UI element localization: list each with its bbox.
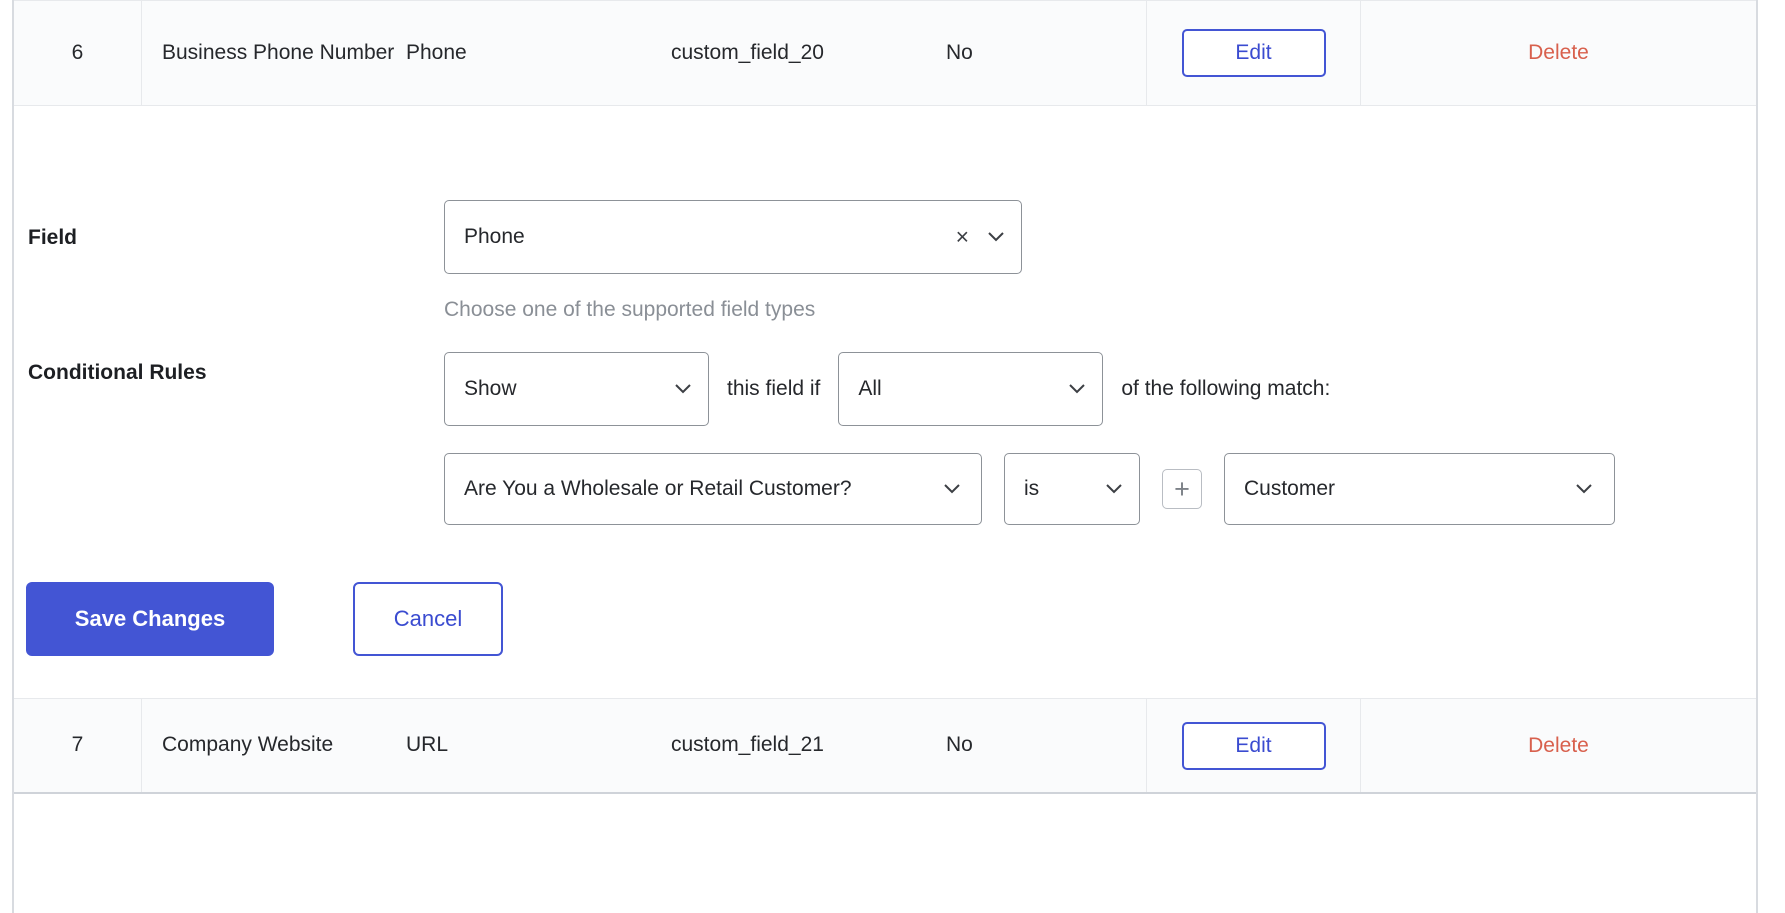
chevron-down-icon bbox=[986, 227, 1006, 247]
row-index: 7 bbox=[14, 699, 142, 792]
row-field-key: custom_field_20 bbox=[671, 40, 824, 64]
edit-button[interactable]: Edit bbox=[1181, 721, 1326, 770]
fields-table-panel: 6 Business Phone Number Phone custom_fie… bbox=[12, 0, 1758, 913]
chevron-down-icon bbox=[942, 479, 962, 499]
row-field-label: Company Website bbox=[162, 733, 334, 757]
row-field-type: Phone bbox=[406, 40, 467, 64]
chevron-down-icon bbox=[1104, 479, 1124, 499]
edit-button[interactable]: Edit bbox=[1181, 29, 1326, 77]
conditional-rules-label-wrap: Conditional Rules bbox=[28, 361, 207, 385]
form-fields-screen: 6 Business Phone Number Phone custom_fie… bbox=[0, 0, 1785, 913]
chevron-down-icon bbox=[1067, 379, 1087, 399]
conditional-rules-header-row: Show this field if All of the following … bbox=[444, 352, 1330, 426]
row-edit-cell: Edit bbox=[1146, 699, 1361, 792]
condition-value-text: Customer bbox=[1244, 477, 1336, 500]
rule-text-between: this field if bbox=[727, 377, 821, 400]
rule-action-value: Show bbox=[464, 377, 517, 400]
conditional-rules-label: Conditional Rules bbox=[28, 361, 207, 384]
row-required: No bbox=[946, 40, 973, 64]
add-condition-button[interactable]: + bbox=[1162, 469, 1202, 509]
chevron-down-icon bbox=[673, 379, 693, 399]
row-delete-cell: Delete bbox=[1361, 1, 1756, 105]
editor-actions: Save Changes Cancel bbox=[26, 582, 503, 656]
condition-operator-value: is bbox=[1024, 477, 1040, 500]
field-type-select[interactable]: Phone × bbox=[444, 200, 1022, 274]
rule-match-mode-value: All bbox=[858, 377, 882, 400]
save-changes-button[interactable]: Save Changes bbox=[26, 582, 274, 656]
row-field-label: Business Phone Number bbox=[162, 40, 395, 64]
condition-row: Are You a Wholesale or Retail Customer? … bbox=[444, 453, 1615, 525]
clear-icon[interactable]: × bbox=[956, 225, 969, 249]
row-edit-cell: Edit bbox=[1146, 1, 1361, 105]
row-delete-cell: Delete bbox=[1361, 699, 1756, 792]
condition-value-select[interactable]: Customer bbox=[1224, 453, 1615, 525]
field-editor-panel: Field Phone × Choose one of the supporte… bbox=[14, 106, 1756, 698]
table-row: 7 Company Website URL custom_field_21 No… bbox=[14, 698, 1756, 794]
condition-field-select[interactable]: Are You a Wholesale or Retail Customer? bbox=[444, 453, 982, 525]
field-row-label: Field bbox=[28, 226, 78, 249]
table-row: 6 Business Phone Number Phone custom_fie… bbox=[14, 0, 1756, 106]
row-field-key: custom_field_21 bbox=[671, 733, 824, 757]
delete-button[interactable]: Delete bbox=[1522, 40, 1595, 66]
condition-field-value: Are You a Wholesale or Retail Customer? bbox=[464, 477, 852, 500]
rule-action-select[interactable]: Show bbox=[444, 352, 709, 426]
chevron-down-icon bbox=[1574, 479, 1594, 499]
row-required: No bbox=[946, 733, 973, 757]
condition-operator-select[interactable]: is bbox=[1004, 453, 1140, 525]
row-field-type: URL bbox=[406, 733, 449, 757]
rule-match-mode-select[interactable]: All bbox=[838, 352, 1104, 426]
rule-text-after: of the following match: bbox=[1121, 377, 1331, 400]
delete-button[interactable]: Delete bbox=[1522, 733, 1595, 759]
field-helper-text: Choose one of the supported field types bbox=[444, 298, 816, 321]
row-index: 6 bbox=[14, 1, 142, 105]
field-type-select-value: Phone bbox=[464, 225, 525, 248]
cancel-button[interactable]: Cancel bbox=[353, 582, 503, 656]
field-row: Field Phone × Choose one of the supporte… bbox=[28, 200, 1728, 322]
